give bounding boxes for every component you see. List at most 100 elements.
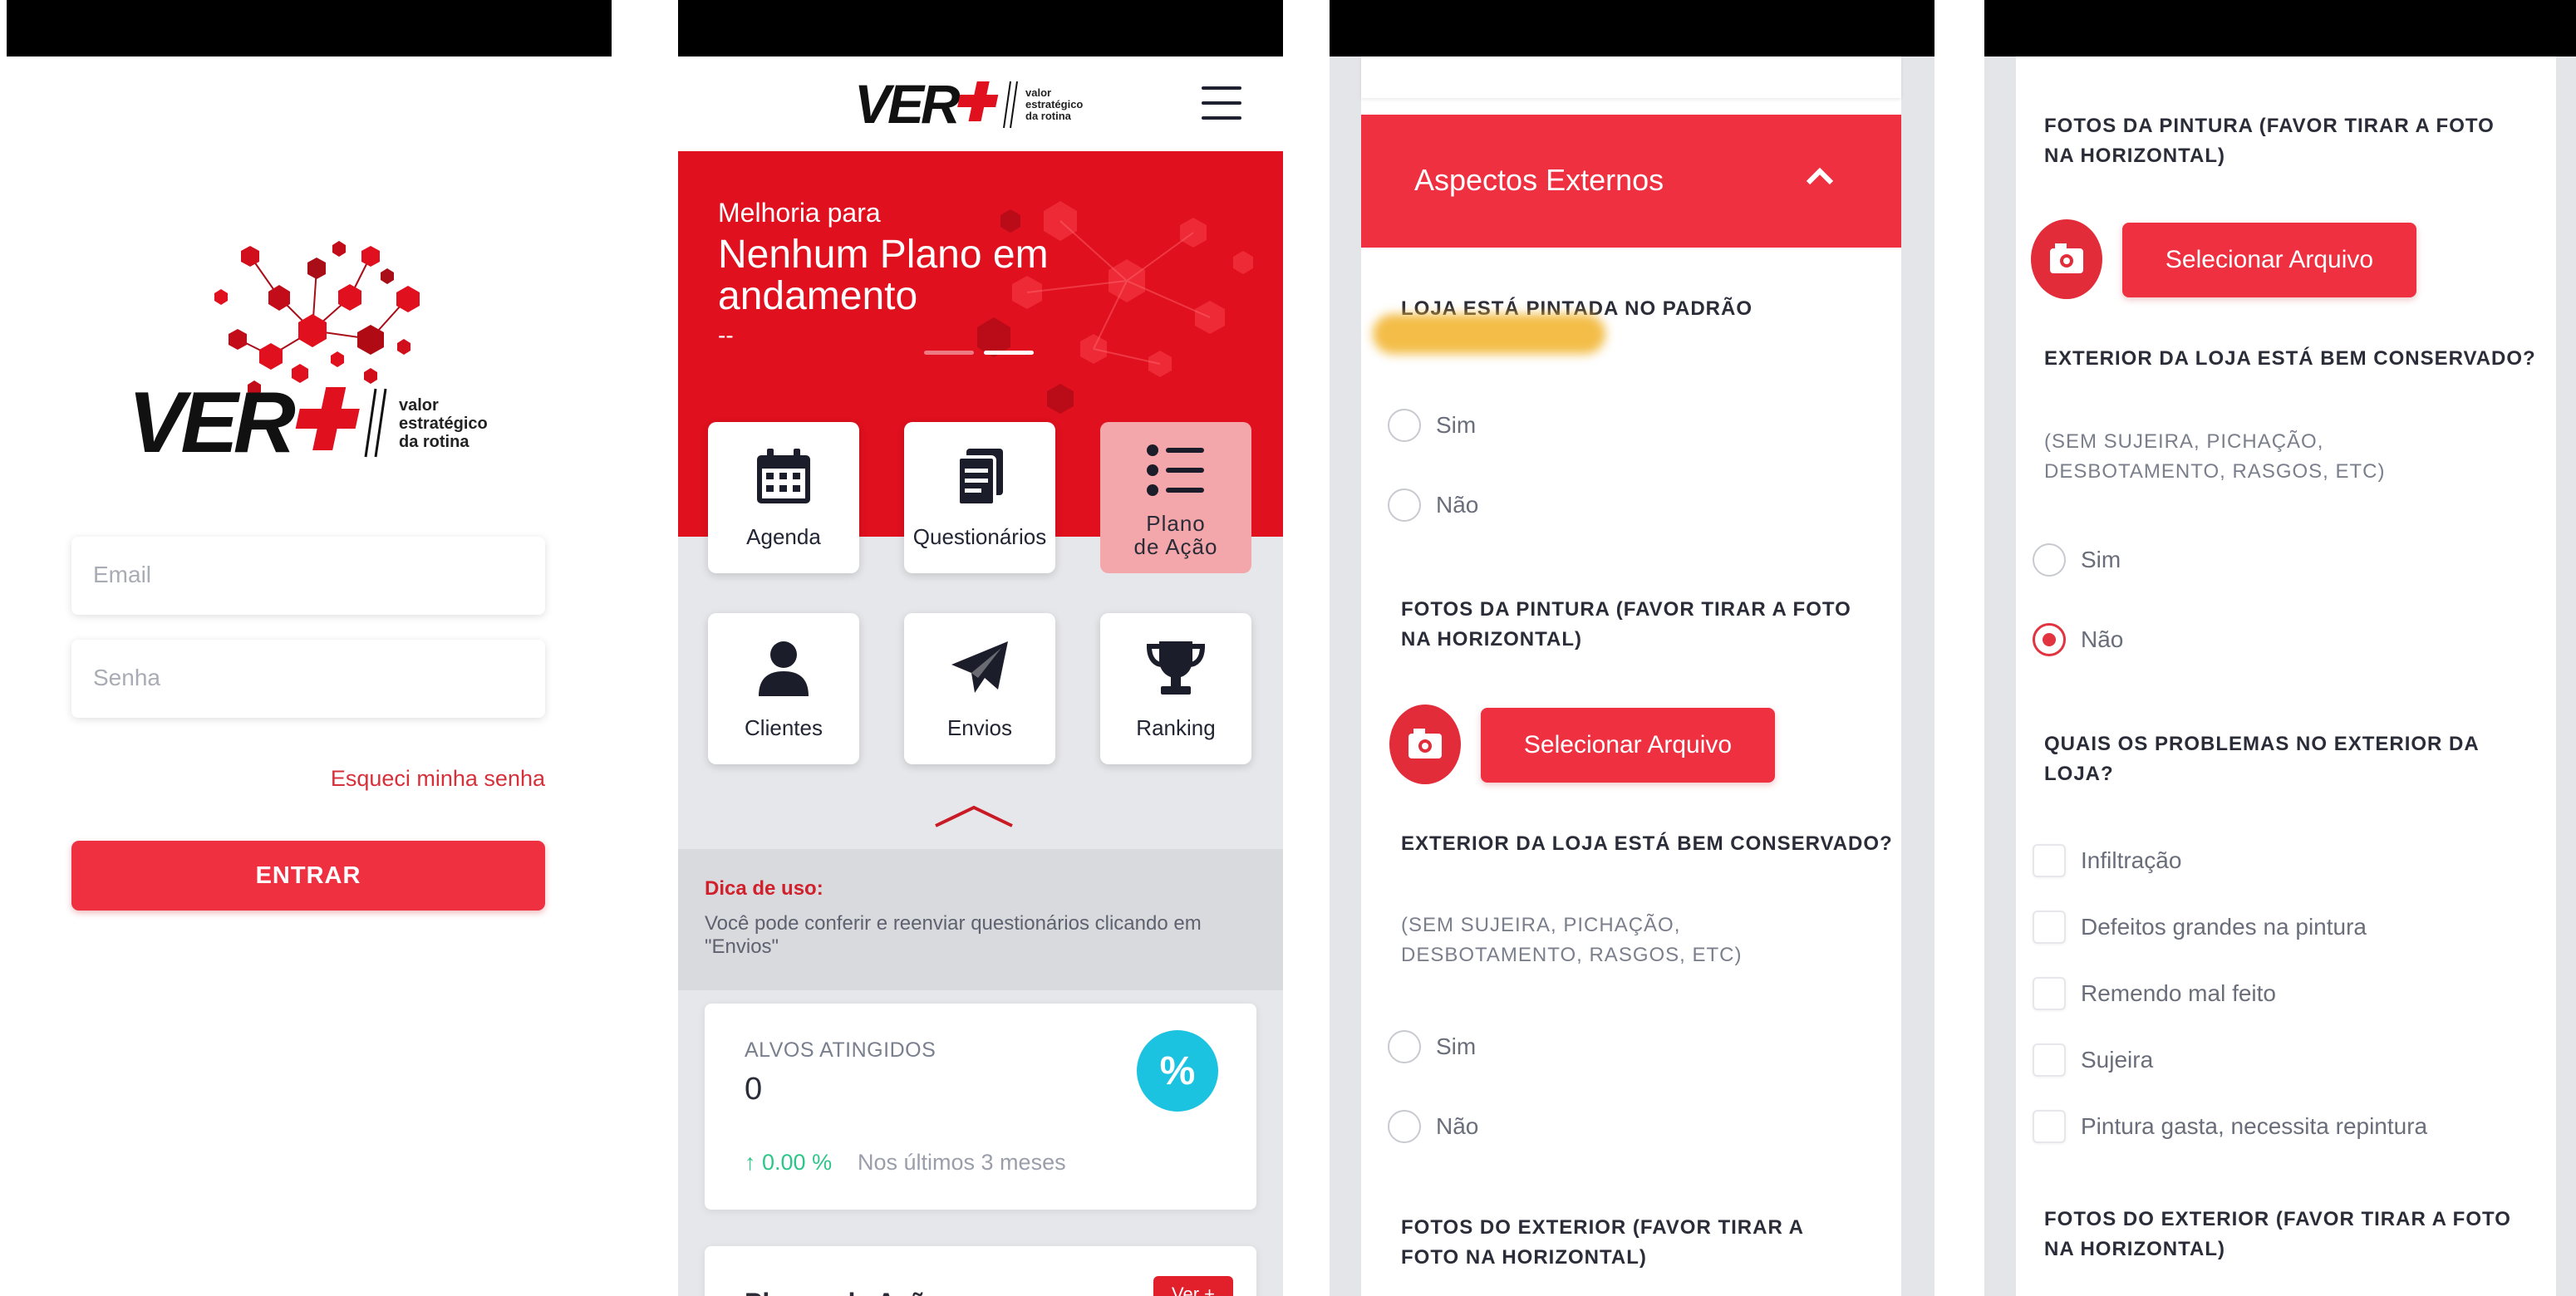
form-screen-external: Aspectos Externos LOJA ESTÁ PINTADA NO P… bbox=[1330, 0, 1934, 1296]
login-button[interactable]: ENTRAR bbox=[71, 841, 545, 911]
select-file-button[interactable]: Selecionar Arquivo bbox=[1481, 708, 1775, 783]
carousel-indicator[interactable] bbox=[924, 344, 1044, 359]
calendar-icon bbox=[757, 449, 810, 503]
list-icon bbox=[1147, 444, 1204, 496]
option-label: Sim bbox=[1436, 412, 1477, 438]
forgot-password-link[interactable]: Esqueci minha senha bbox=[331, 766, 545, 792]
carousel-dot-active bbox=[984, 351, 1034, 355]
collapse-chevron-up-icon[interactable] bbox=[932, 804, 1015, 829]
radio-button[interactable] bbox=[1388, 1030, 1421, 1063]
status-bar bbox=[678, 0, 1283, 56]
question-hint: (SEM SUJEIRA, PICHAÇÃO, DESBOTAMENTO, RA… bbox=[2044, 430, 2386, 483]
action-plans-card: Planos de Ação Ver + bbox=[705, 1246, 1256, 1296]
option-nao[interactable]: Não bbox=[1388, 1110, 1478, 1143]
status-bar bbox=[1984, 0, 2576, 56]
percent-icon: % bbox=[1137, 1030, 1218, 1112]
checkbox-sujeira[interactable]: Sujeira bbox=[2033, 1043, 2153, 1077]
view-more-button[interactable]: Ver + bbox=[1153, 1276, 1233, 1296]
email-field[interactable]: Email bbox=[71, 537, 545, 615]
checkbox-defeitos-pintura[interactable]: Defeitos grandes na pintura bbox=[2033, 911, 2367, 944]
section-title: Aspectos Externos bbox=[1414, 163, 1664, 197]
option-label: Não bbox=[1436, 1113, 1479, 1139]
tile-label: Questionários bbox=[912, 524, 1047, 549]
tagline-line-3: da rotina bbox=[399, 433, 469, 451]
tile-label: Envios bbox=[946, 715, 1013, 740]
checkbox[interactable] bbox=[2033, 977, 2066, 1010]
form-screen-external-continued: FOTOS DA PINTURA (FAVOR TIRAR A FOTO NA … bbox=[1984, 0, 2576, 1296]
previous-section-edge bbox=[1361, 56, 1901, 98]
kpi-label: ALVOS ATINGIDOS bbox=[745, 1038, 937, 1062]
option-sim[interactable]: Sim bbox=[1388, 409, 1476, 442]
email-placeholder: Email bbox=[93, 562, 152, 587]
camera-button[interactable] bbox=[2031, 219, 2102, 299]
camera-icon bbox=[2050, 243, 2083, 273]
question-problemas-exterior: QUAIS OS PROBLEMAS NO EXTERIOR DA LOJA? bbox=[2044, 733, 2479, 785]
question-fotos-exterior: FOTOS DO EXTERIOR (FAVOR TIRAR A FOTO NA… bbox=[1401, 1216, 1804, 1269]
menu-tile-questionarios[interactable]: Questionários bbox=[904, 422, 1055, 573]
kpi-card: ALVOS ATINGIDOS 0 % ↑ 0.00 % Nos últimos… bbox=[705, 1004, 1256, 1210]
checkbox-infiltracao[interactable]: Infiltração bbox=[2033, 844, 2181, 877]
arrow-up-icon: ↑ bbox=[745, 1150, 756, 1175]
option-label: Infiltração bbox=[2081, 847, 2182, 873]
checkbox[interactable] bbox=[2033, 911, 2066, 944]
radio-button[interactable] bbox=[1388, 409, 1421, 442]
checkbox-remendo[interactable]: Remendo mal feito bbox=[2033, 977, 2276, 1010]
option-label: Pintura gasta, necessita repintura bbox=[2081, 1113, 2428, 1139]
camera-icon bbox=[1408, 729, 1442, 758]
option-sim[interactable]: Sim bbox=[2033, 543, 2121, 577]
menu-tile-plano-de-acao[interactable]: Plano de Ação bbox=[1100, 422, 1251, 573]
header-tagline-2: estratégico bbox=[1025, 98, 1083, 110]
checkbox[interactable] bbox=[2033, 1043, 2066, 1077]
question-fotos-pintura: FOTOS DA PINTURA (FAVOR TIRAR A FOTO NA … bbox=[1401, 598, 1851, 650]
wordmark-ver: VER bbox=[128, 375, 296, 471]
status-bar bbox=[1330, 0, 1934, 56]
menu-icon[interactable] bbox=[1202, 86, 1241, 120]
checkbox-pintura-gasta[interactable]: Pintura gasta, necessita repintura bbox=[2033, 1110, 2427, 1143]
menu-tile-clientes[interactable]: Clientes bbox=[708, 613, 859, 764]
tip-title: Dica de uso: bbox=[705, 877, 823, 900]
option-label: Não bbox=[1436, 492, 1479, 518]
action-plans-title: Planos de Ação bbox=[745, 1288, 941, 1296]
kpi-period: Nos últimos 3 meses bbox=[858, 1150, 1066, 1175]
header-tagline-1: valor bbox=[1025, 86, 1051, 99]
radio-button[interactable] bbox=[1388, 1110, 1421, 1143]
password-field[interactable]: Senha bbox=[71, 640, 545, 718]
kpi-trend: ↑ 0.00 % bbox=[745, 1150, 832, 1176]
question-fotos-pintura: FOTOS DA PINTURA (FAVOR TIRAR A FOTO NA … bbox=[2044, 115, 2495, 167]
redacted-blur bbox=[1373, 314, 1605, 354]
plus-icon bbox=[295, 387, 360, 450]
hero-detail: -- bbox=[718, 322, 734, 348]
option-label: Sujeira bbox=[2081, 1047, 2154, 1073]
question-fotos-exterior: FOTOS DO EXTERIOR (FAVOR TIRAR A FOTO NA… bbox=[2044, 1208, 2511, 1260]
plus-icon bbox=[957, 81, 999, 121]
section-header-aspectos-externos[interactable]: Aspectos Externos bbox=[1361, 115, 1901, 248]
hero-title: Nenhum Plano em andamento bbox=[718, 233, 1049, 318]
radio-button[interactable] bbox=[2033, 543, 2066, 577]
menu-tile-agenda[interactable]: Agenda bbox=[708, 422, 859, 573]
option-nao-selected[interactable]: Não bbox=[2033, 623, 2123, 656]
option-label: Sim bbox=[1436, 1033, 1477, 1059]
login-screen: VER valor estratégico da rotina Email Se… bbox=[7, 0, 612, 1296]
checkbox[interactable] bbox=[2033, 1110, 2066, 1143]
menu-tile-envios[interactable]: Envios bbox=[904, 613, 1055, 764]
header-wordmark-ver: VER bbox=[854, 76, 961, 135]
camera-button[interactable] bbox=[1389, 704, 1461, 784]
checkbox[interactable] bbox=[2033, 844, 2066, 877]
option-nao[interactable]: Não bbox=[1388, 488, 1478, 522]
option-sim[interactable]: Sim bbox=[1388, 1030, 1476, 1063]
header-tagline-3: da rotina bbox=[1025, 110, 1072, 122]
tagline-line-2: estratégico bbox=[399, 415, 488, 433]
select-file-button[interactable]: Selecionar Arquivo bbox=[2122, 223, 2416, 297]
radio-button-selected[interactable] bbox=[2033, 623, 2066, 656]
tile-label: Plano de Ação bbox=[1133, 511, 1218, 559]
carousel-dot bbox=[924, 351, 974, 355]
document-icon bbox=[956, 449, 1003, 507]
tile-label: Agenda bbox=[746, 524, 821, 549]
header-logo: VER valor estratégico da rotina bbox=[854, 76, 1083, 135]
kpi-trend-value: 0.00 % bbox=[762, 1150, 833, 1175]
radio-button[interactable] bbox=[1388, 488, 1421, 522]
menu-tile-ranking[interactable]: Ranking bbox=[1100, 613, 1251, 764]
option-label: Remendo mal feito bbox=[2081, 980, 2277, 1006]
option-label: Sim bbox=[2081, 547, 2121, 572]
usage-tip: Dica de uso: Você pode conferir e reenvi… bbox=[678, 849, 1283, 990]
